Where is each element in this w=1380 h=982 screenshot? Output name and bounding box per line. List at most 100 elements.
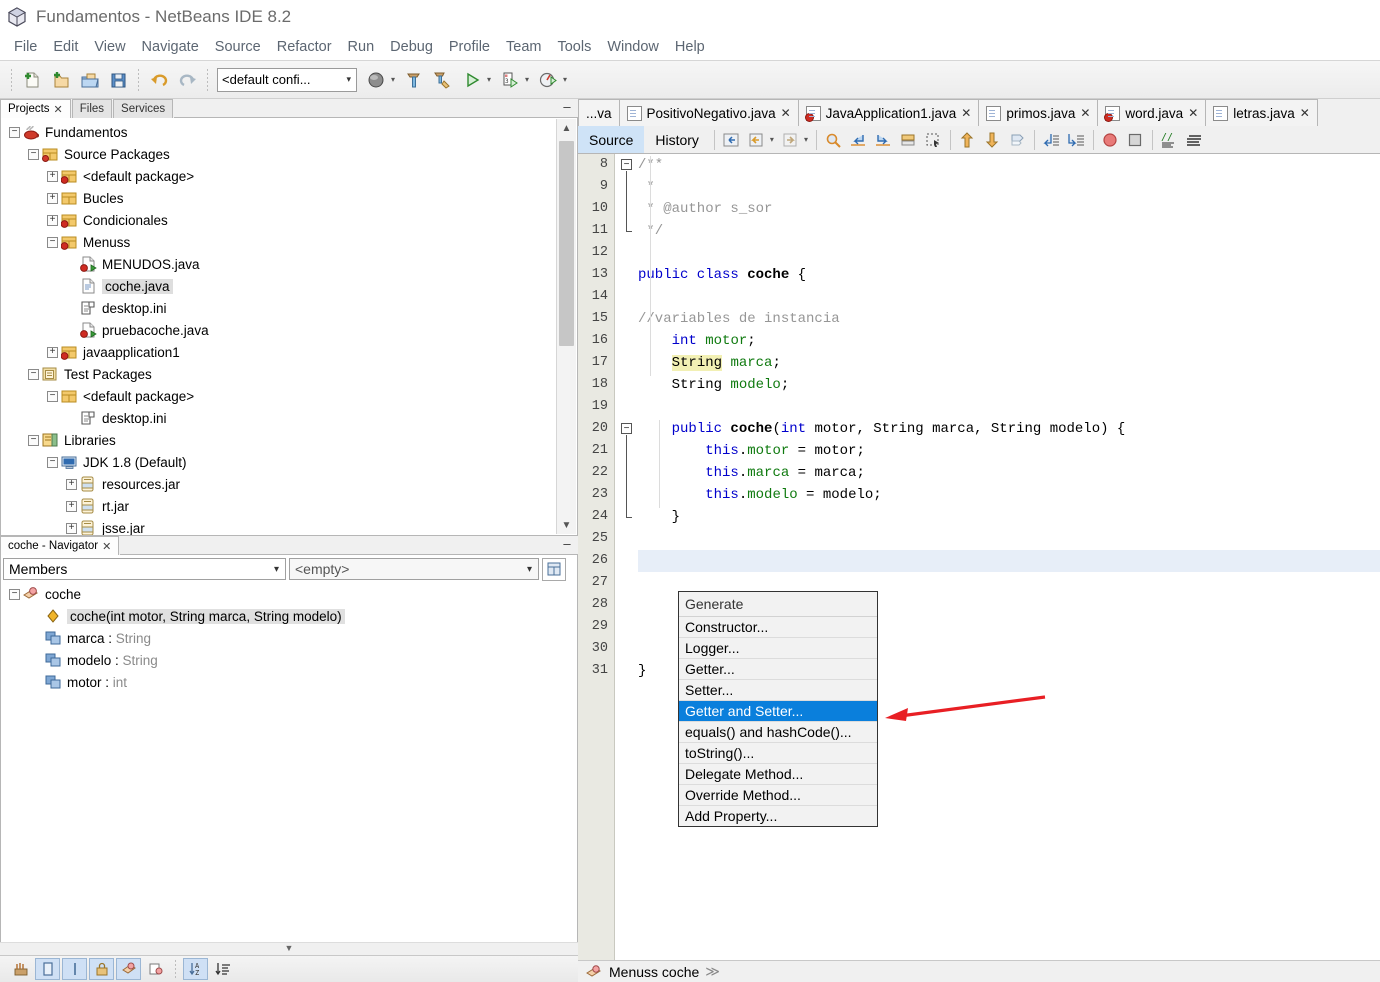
tree-expander-collapse-icon[interactable]: −	[28, 148, 39, 160]
tree-expander-expand-icon[interactable]: +	[66, 500, 77, 512]
menu-refactor[interactable]: Refactor	[269, 37, 340, 57]
project-tree-row[interactable]: desktop.ini	[1, 407, 555, 429]
tab-services[interactable]: Services	[113, 99, 174, 118]
tab-files[interactable]: Files	[71, 99, 113, 118]
find-selection-icon[interactable]	[822, 129, 845, 151]
project-tree-row[interactable]: − Fundamentos	[1, 121, 555, 143]
navigator-filter-combo[interactable]: <empty> ▾	[289, 558, 539, 580]
tree-expander-expand-icon[interactable]: +	[47, 214, 58, 226]
tree-expander-expand-icon[interactable]: +	[47, 170, 58, 182]
close-icon[interactable]: ✕	[102, 540, 111, 553]
menu-edit[interactable]: Edit	[45, 37, 86, 57]
navigator-tree-row[interactable]: modelo : String	[1, 649, 577, 671]
toggle-rectangular-selection-icon[interactable]	[922, 129, 945, 151]
chevron-down-icon[interactable]: ▾	[524, 75, 533, 84]
tree-expander-collapse-icon[interactable]: −	[47, 236, 58, 248]
generate-menu-item[interactable]: Logger...	[679, 638, 877, 659]
profile-project-icon[interactable]	[533, 65, 562, 94]
projects-tree[interactable]: − Fundamentos − Source Packages + <default…	[0, 118, 578, 536]
toggle-bookmark-icon[interactable]	[1006, 129, 1029, 151]
sort-by-source-icon[interactable]	[210, 958, 235, 980]
fold-collapse-icon[interactable]: −	[621, 423, 632, 434]
menu-navigate[interactable]: Navigate	[134, 37, 207, 57]
show-inner-classes-icon[interactable]	[143, 958, 168, 980]
build-project-icon[interactable]	[399, 65, 428, 94]
generate-menu-item[interactable]: Constructor...	[679, 617, 877, 638]
find-previous-icon[interactable]	[847, 129, 870, 151]
stop-icon[interactable]	[1124, 129, 1147, 151]
previous-bookmark-icon[interactable]	[956, 129, 979, 151]
collapse-bar[interactable]: ▼	[0, 942, 578, 955]
undo-icon[interactable]	[144, 65, 173, 94]
debug-project-icon[interactable]: 3	[495, 65, 524, 94]
editor-tab[interactable]: ...va	[578, 99, 620, 126]
toggle-breakpoint-icon[interactable]	[1099, 129, 1122, 151]
minimize-window-button[interactable]: –	[556, 99, 578, 118]
chevron-down-icon[interactable]: ▾	[769, 135, 778, 144]
new-file-icon[interactable]	[17, 65, 46, 94]
close-icon[interactable]: ✕	[1188, 106, 1198, 120]
close-icon[interactable]: ✕	[54, 103, 63, 116]
show-inherited-members-icon[interactable]	[8, 958, 33, 980]
sort-alphabetically-icon[interactable]: A Z	[183, 958, 208, 980]
project-tree-row[interactable]: + resources.jar	[1, 473, 555, 495]
tree-expander-expand-icon[interactable]: +	[47, 192, 58, 204]
tree-expander-collapse-icon[interactable]: −	[28, 368, 39, 380]
close-icon[interactable]: ✕	[961, 106, 971, 120]
generate-menu-item[interactable]: Delegate Method...	[679, 764, 877, 785]
next-bookmark-icon[interactable]	[981, 129, 1004, 151]
menu-view[interactable]: View	[86, 37, 133, 57]
generate-menu-item[interactable]: Add Property...	[679, 806, 877, 826]
menu-file[interactable]: File	[6, 37, 45, 57]
last-edit-position-icon[interactable]	[720, 129, 743, 151]
tree-expander-collapse-icon[interactable]: −	[47, 390, 58, 402]
menu-tools[interactable]: Tools	[549, 37, 599, 57]
generate-menu-item[interactable]: Override Method...	[679, 785, 877, 806]
editor-tab[interactable]: letras.java ✕	[1205, 99, 1318, 126]
shift-line-left-icon[interactable]	[1040, 129, 1063, 151]
projects-tree-scrollbar[interactable]: ▲ ▼	[556, 119, 576, 534]
project-tree-row[interactable]: + Bucles	[1, 187, 555, 209]
editor-tab[interactable]: PositivoNegativo.java ✕	[618, 99, 799, 126]
project-tree-row[interactable]: − Menuss	[1, 231, 555, 253]
code-fold-column[interactable]: − −	[616, 154, 638, 960]
scrollbar-thumb[interactable]	[559, 141, 574, 346]
tab-history[interactable]: History	[644, 126, 710, 153]
close-icon[interactable]: ✕	[781, 106, 791, 120]
new-project-icon[interactable]	[46, 65, 75, 94]
menu-window[interactable]: Window	[599, 37, 667, 57]
menu-team[interactable]: Team	[498, 37, 549, 57]
clean-build-icon[interactable]	[428, 65, 457, 94]
shift-line-right-icon[interactable]	[1065, 129, 1088, 151]
menu-source[interactable]: Source	[207, 37, 269, 57]
editor-tab[interactable]: primos.java ✕	[978, 99, 1099, 126]
project-tree-row[interactable]: coche.java	[1, 275, 555, 297]
tree-expander-collapse-icon[interactable]: −	[47, 456, 58, 468]
save-all-icon[interactable]	[104, 65, 133, 94]
menu-help[interactable]: Help	[667, 37, 713, 57]
code-editor[interactable]: 8 9 10 11 12 13 14 15 16 17 18 19 20 21 22 23 24 25 26 27 28…	[578, 154, 1380, 960]
generate-menu-item[interactable]: equals() and hashCode()...	[679, 722, 877, 743]
menu-debug[interactable]: Debug	[382, 37, 441, 57]
navigator-tree-row[interactable]: − coche	[1, 583, 577, 605]
tree-expander-collapse-icon[interactable]: −	[9, 588, 20, 600]
project-tree-row[interactable]: + javaapplication1	[1, 341, 555, 363]
project-configuration-combo[interactable]: <default confi... ▾	[217, 67, 357, 92]
project-tree-row[interactable]: + rt.jar	[1, 495, 555, 517]
menu-run[interactable]: Run	[340, 37, 383, 57]
back-icon[interactable]	[745, 129, 768, 151]
chevron-down-icon[interactable]: ▾	[803, 135, 812, 144]
tab-source[interactable]: Source	[578, 126, 645, 153]
inspect-members-icon[interactable]	[542, 557, 566, 581]
show-fields-icon[interactable]	[35, 958, 60, 980]
navigator-tree-row[interactable]: marca : String	[1, 627, 577, 649]
find-next-icon[interactable]	[872, 129, 895, 151]
run-project-icon[interactable]	[457, 65, 486, 94]
navigator-tree-row[interactable]: coche(int motor, String marca, String mo…	[1, 605, 577, 627]
project-tree-row[interactable]: − JDK 1.8 (Default)	[1, 451, 555, 473]
navigator-tree-row[interactable]: motor : int	[1, 671, 577, 693]
close-icon[interactable]: ✕	[1300, 106, 1310, 120]
generate-menu-item[interactable]: toString()...	[679, 743, 877, 764]
set-browser-icon[interactable]	[361, 65, 390, 94]
show-static-icon[interactable]	[116, 958, 141, 980]
